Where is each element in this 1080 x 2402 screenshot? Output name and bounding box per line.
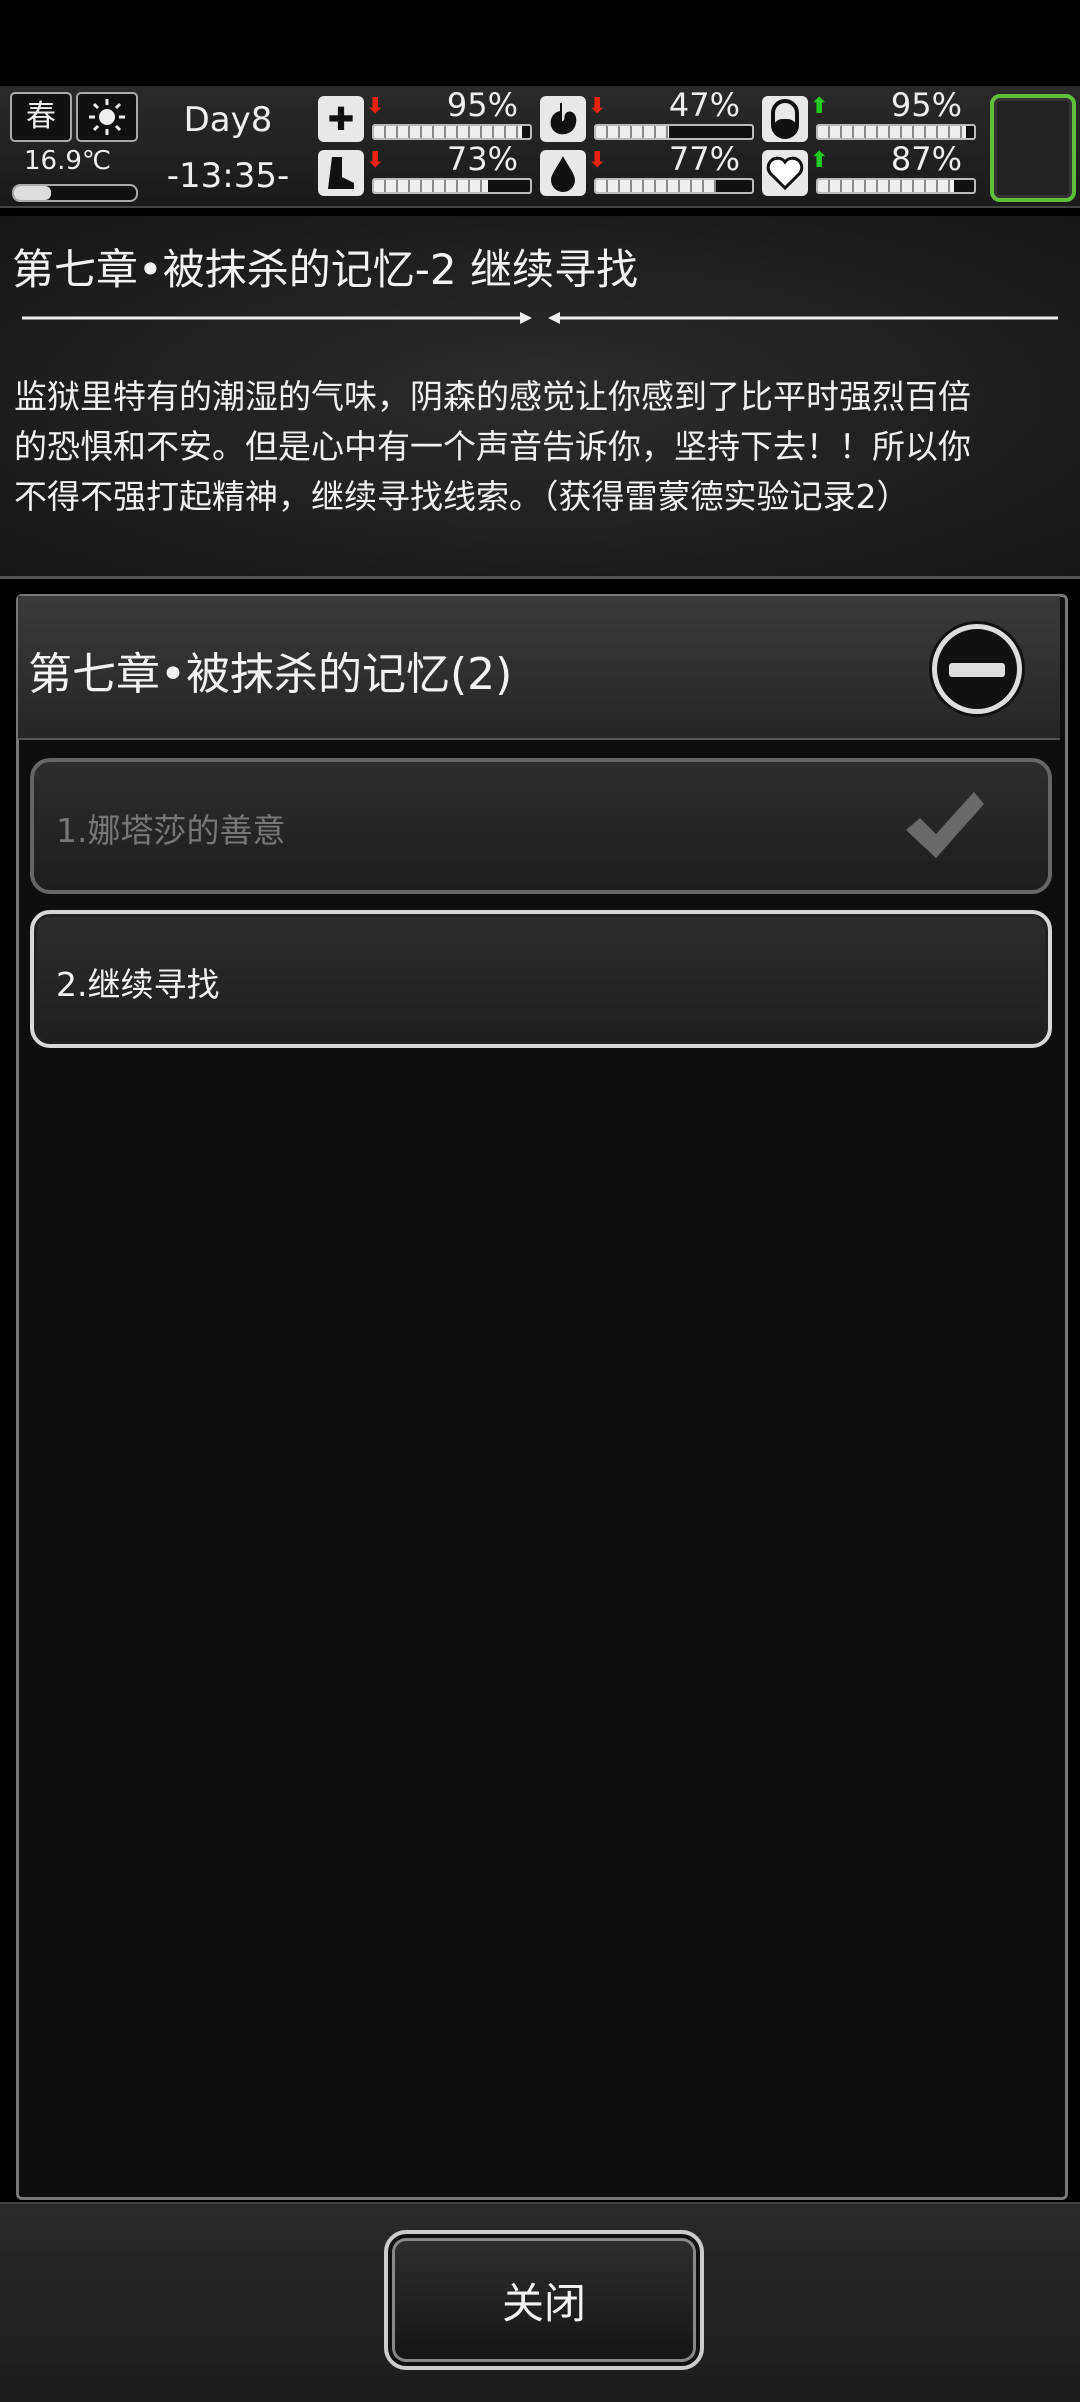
checkmark-icon — [902, 788, 986, 868]
medicine-value: 95% — [890, 86, 962, 124]
story-line: 的恐惧和不安。但是心中有一个声音告诉你，坚持下去！！所以你 — [14, 427, 971, 466]
stomach-icon — [540, 96, 586, 142]
medicine-bar — [816, 124, 976, 140]
temperature-bar-fill — [14, 186, 51, 200]
quest-item-label: 2.继续寻找 — [56, 965, 220, 1004]
health-bar-fill — [374, 126, 523, 138]
pill-icon — [762, 96, 808, 142]
hunger-value: 47% — [668, 86, 740, 124]
story-line: 不得不强打起精神，继续寻找线索。（获得雷蒙德实验记录2） — [14, 477, 910, 516]
medicine-bar-fill — [818, 126, 967, 138]
quest-item-completed[interactable]: 1.娜塔莎的善意 — [30, 758, 1052, 894]
season-label: 春 — [26, 99, 56, 134]
story-text: 监狱里特有的潮湿的气味，阴森的感觉让你感到了比平时强烈百倍 的恐惧和不安。但是心… — [14, 372, 1074, 522]
chapter-title: 第七章•被抹杀的记忆(2) — [28, 649, 513, 700]
temperature-value: 16.9℃ — [24, 146, 112, 176]
thirst-bar — [594, 178, 754, 194]
stamina-value: 73% — [446, 140, 518, 178]
stamina-bar-fill — [374, 180, 488, 192]
thirst-bar-fill — [596, 180, 717, 192]
temperature-bar — [12, 184, 138, 202]
story-title: 第七章•被抹杀的记忆-2 继续寻找 — [12, 245, 639, 294]
hunger-bar — [594, 124, 754, 140]
hunger-bar-fill — [596, 126, 670, 138]
minus-icon — [949, 663, 1005, 677]
quest-item-current[interactable]: 2.继续寻找 — [30, 910, 1052, 1048]
water-drop-icon — [540, 150, 586, 196]
title-divider — [22, 306, 1058, 330]
clock-time: -13:35- — [166, 156, 290, 196]
heart-icon — [762, 150, 808, 196]
mood-bar-fill — [818, 180, 954, 192]
close-button-label: 关闭 — [501, 2278, 586, 2328]
equipment-slot[interactable] — [990, 94, 1076, 202]
quest-item-label: 1.娜塔莎的善意 — [56, 811, 286, 850]
story-line: 监狱里特有的潮湿的气味，阴森的感觉让你感到了比平时强烈百倍 — [14, 377, 971, 416]
boot-icon — [318, 150, 364, 196]
health-value: 95% — [446, 86, 518, 124]
stamina-bar — [372, 178, 532, 194]
day-counter: Day8 — [183, 100, 273, 140]
mood-value: 87% — [890, 140, 962, 178]
close-button[interactable]: 关闭 — [384, 2230, 704, 2370]
health-bar — [372, 124, 532, 140]
sun-icon — [76, 92, 138, 142]
first-aid-icon: ✚ — [318, 96, 364, 142]
season-badge: 春 — [10, 92, 72, 142]
collapse-button[interactable] — [932, 624, 1022, 714]
mood-bar — [816, 178, 976, 194]
thirst-value: 77% — [668, 140, 740, 178]
